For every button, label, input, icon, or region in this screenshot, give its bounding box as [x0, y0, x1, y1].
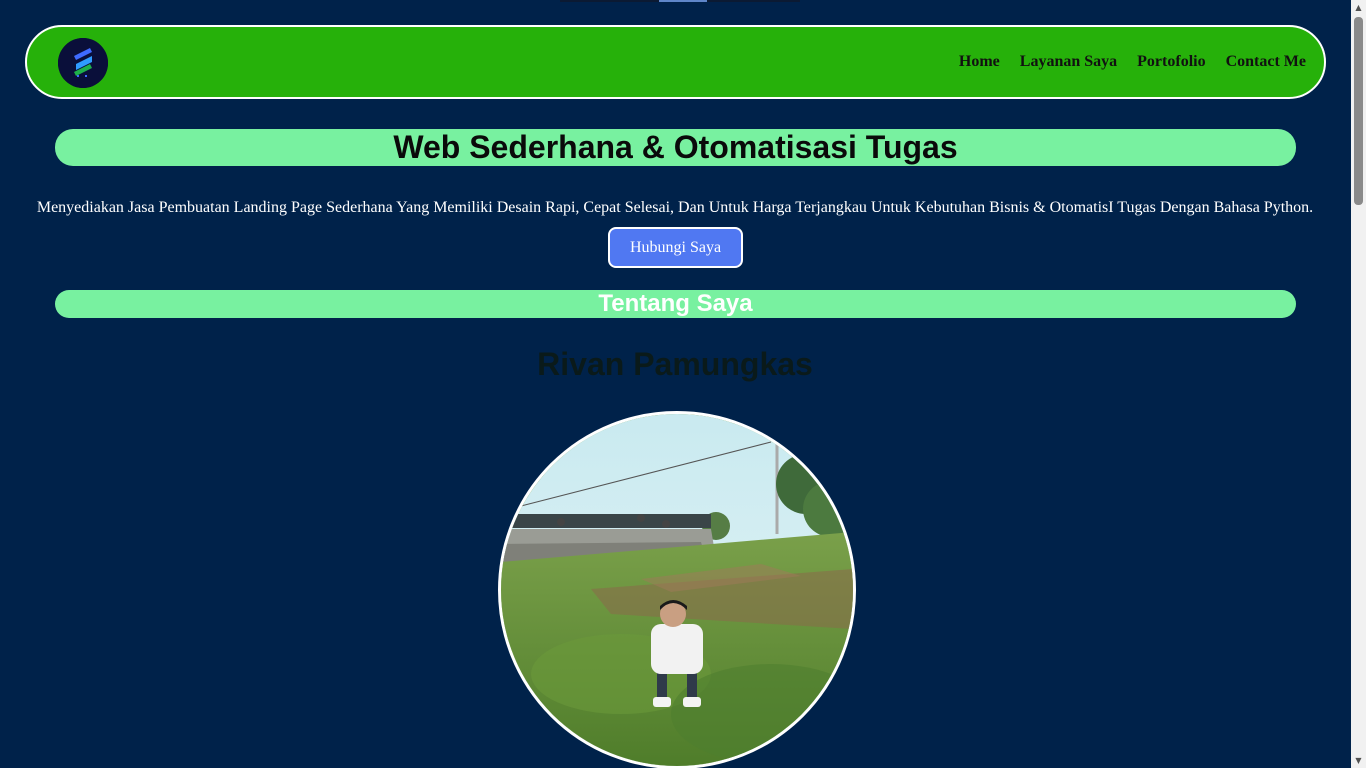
scroll-thumb[interactable]	[1354, 17, 1363, 205]
top-decoration-highlight	[659, 0, 707, 2]
nav-contact-me[interactable]: Contact Me	[1226, 53, 1306, 71]
profile-photo-image	[501, 414, 853, 766]
nav-portofolio[interactable]: Portofolio	[1137, 53, 1205, 71]
vertical-scrollbar[interactable]: ▲ ▼	[1351, 0, 1366, 768]
scroll-down-icon[interactable]: ▼	[1351, 753, 1366, 768]
hero-description: Menyediakan Jasa Pembuatan Landing Page …	[36, 199, 1314, 216]
page: Home Layanan Saya Portofolio Contact Me …	[0, 0, 1366, 768]
contact-button[interactable]: Hubungi Saya	[608, 227, 743, 268]
hero-title: Web Sederhana & Otomatisasi Tugas	[55, 129, 1296, 166]
scroll-up-icon[interactable]: ▲	[1351, 0, 1366, 15]
nav-home[interactable]: Home	[959, 53, 1000, 71]
profile-photo	[498, 411, 856, 768]
top-decoration	[560, 0, 800, 2]
navbar: Home Layanan Saya Portofolio Contact Me	[25, 25, 1326, 99]
logo-icon	[58, 38, 108, 88]
about-title: Tentang Saya	[55, 290, 1296, 318]
nav-layanan-saya[interactable]: Layanan Saya	[1020, 53, 1117, 71]
nav-links: Home Layanan Saya Portofolio Contact Me	[959, 27, 1306, 97]
profile-name: Rivan Pamungkas	[537, 346, 813, 382]
site-logo[interactable]	[58, 38, 108, 88]
